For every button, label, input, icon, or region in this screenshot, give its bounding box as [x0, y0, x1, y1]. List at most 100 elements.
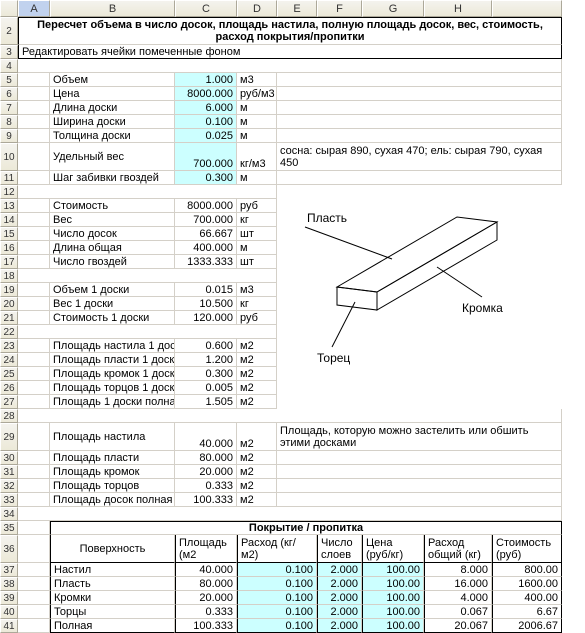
row-6[interactable]: 6	[0, 87, 18, 101]
input-volume[interactable]: 1.000	[175, 73, 237, 87]
row-30[interactable]: 30	[0, 451, 18, 465]
hdr: Стоимость (руб)	[492, 535, 562, 563]
row-10[interactable]: 10	[0, 143, 18, 171]
row-37[interactable]: 37	[0, 563, 18, 577]
col-C[interactable]: C	[175, 0, 237, 17]
layers-input[interactable]: 2.000	[317, 591, 362, 605]
row-39[interactable]: 39	[0, 591, 18, 605]
row-24[interactable]: 24	[0, 353, 18, 367]
unit: м3	[237, 73, 277, 87]
input-length[interactable]: 6.000	[175, 101, 237, 115]
unit: м	[237, 129, 277, 143]
row-35[interactable]: 35	[0, 521, 18, 535]
col-F[interactable]: F	[317, 0, 362, 17]
layers-input[interactable]: 2.000	[317, 577, 362, 591]
row-21[interactable]: 21	[0, 311, 18, 325]
unit: м2	[237, 381, 277, 395]
unit: м	[237, 241, 277, 255]
row-32[interactable]: 32	[0, 479, 18, 493]
layers-input[interactable]: 2.000	[317, 619, 362, 633]
label: Площадь кромок 1 доск	[50, 367, 175, 381]
consumption-input[interactable]: 0.100	[237, 605, 317, 619]
layers-input[interactable]: 2.000	[317, 563, 362, 577]
label: Удельный вес	[50, 143, 175, 171]
diagram-label-torec: Торец	[317, 351, 350, 365]
input-nail-step[interactable]: 0.300	[175, 171, 237, 185]
row-25[interactable]: 25	[0, 367, 18, 381]
row-19[interactable]: 19	[0, 283, 18, 297]
spreadsheet-grid[interactable]: A B C D E F G H 2 Пересчет объема в числ…	[0, 0, 585, 633]
val: 120.000	[175, 311, 237, 325]
row-8[interactable]: 8	[0, 115, 18, 129]
row-26[interactable]: 26	[0, 381, 18, 395]
col-I[interactable]	[492, 0, 562, 17]
row-7[interactable]: 7	[0, 101, 18, 115]
row-12[interactable]: 12	[0, 185, 18, 199]
input-thick[interactable]: 0.025	[175, 129, 237, 143]
consumption-input[interactable]: 0.100	[237, 563, 317, 577]
row-20[interactable]: 20	[0, 297, 18, 311]
row-9[interactable]: 9	[0, 129, 18, 143]
col-A[interactable]: A	[18, 0, 50, 17]
consumption-input[interactable]: 0.100	[237, 619, 317, 633]
label: Площадь торцов	[50, 479, 175, 493]
unit: кг	[237, 213, 277, 227]
price-input[interactable]: 100.00	[362, 577, 424, 591]
consumption-input[interactable]: 0.100	[237, 591, 317, 605]
price-input[interactable]: 100.00	[362, 619, 424, 633]
row-31[interactable]: 31	[0, 465, 18, 479]
row-28[interactable]: 28	[0, 409, 18, 423]
input-price[interactable]: 8000.000	[175, 87, 237, 101]
col-E[interactable]: E	[277, 0, 317, 17]
consumption-input[interactable]: 0.100	[237, 577, 317, 591]
input-density[interactable]: 700.000	[175, 143, 237, 171]
col-H[interactable]: H	[424, 0, 492, 17]
label: Площадь торцов 1 доск	[50, 381, 175, 395]
row-34[interactable]: 34	[0, 507, 18, 521]
unit: кг/м3	[237, 143, 277, 171]
unit: кг	[237, 297, 277, 311]
input-width[interactable]: 0.100	[175, 115, 237, 129]
col-D[interactable]: D	[237, 0, 277, 17]
row-5[interactable]: 5	[0, 73, 18, 87]
row-40[interactable]: 40	[0, 605, 18, 619]
hdr: Площадь (м2	[175, 535, 237, 563]
row-36[interactable]: 36	[0, 535, 18, 563]
unit: м2	[237, 465, 277, 479]
row-14[interactable]: 14	[0, 213, 18, 227]
row-29[interactable]: 29	[0, 423, 18, 451]
row-38[interactable]: 38	[0, 577, 18, 591]
row-13[interactable]: 13	[0, 199, 18, 213]
total-cons: 20.067	[424, 619, 492, 633]
board-diagram: Пласть Кромка Торец	[277, 187, 507, 407]
label: Длина общая	[50, 241, 175, 255]
cost: 1600.00	[492, 577, 562, 591]
row-41[interactable]: 41	[0, 619, 18, 633]
col-B[interactable]: B	[50, 0, 175, 17]
unit: м2	[237, 395, 277, 409]
label: Длина доски	[50, 101, 175, 115]
row-18[interactable]: 18	[0, 269, 18, 283]
row-15[interactable]: 15	[0, 227, 18, 241]
row-17[interactable]: 17	[0, 255, 18, 269]
col-G[interactable]: G	[362, 0, 424, 17]
label: Ширина доски	[50, 115, 175, 129]
row-23[interactable]: 23	[0, 339, 18, 353]
row-11[interactable]: 11	[0, 171, 18, 185]
row-2[interactable]: 2	[0, 17, 18, 45]
row-4[interactable]: 4	[0, 59, 18, 73]
price-input[interactable]: 100.00	[362, 605, 424, 619]
unit: м2	[237, 451, 277, 465]
row-33[interactable]: 33	[0, 493, 18, 507]
corner-cell[interactable]	[0, 0, 18, 17]
price-input[interactable]: 100.00	[362, 591, 424, 605]
hdr: Поверхность	[50, 535, 175, 563]
row-27[interactable]: 27	[0, 395, 18, 409]
layers-input[interactable]: 2.000	[317, 605, 362, 619]
row-22[interactable]: 22	[0, 325, 18, 339]
price-input[interactable]: 100.00	[362, 563, 424, 577]
val: 0.333	[175, 479, 237, 493]
coating-title: Покрытие / пропитка	[50, 521, 562, 535]
row-3[interactable]: 3	[0, 45, 18, 59]
row-16[interactable]: 16	[0, 241, 18, 255]
